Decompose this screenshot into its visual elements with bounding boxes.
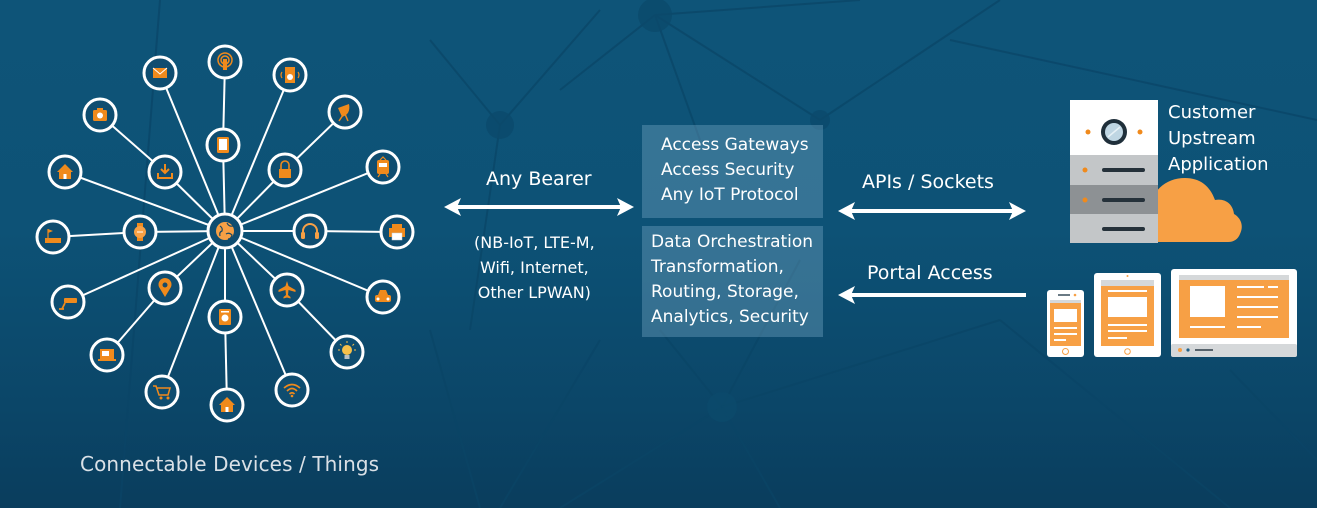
access-box-line: Access Gateways	[661, 135, 809, 155]
apis-sockets-label: APIs / Sockets	[862, 171, 994, 193]
camera-node	[82, 97, 118, 133]
customer-app-label: Customer Upstream Application	[1168, 100, 1269, 178]
router-node	[35, 219, 71, 255]
speaker-node	[272, 57, 308, 93]
smartphone-icon	[1047, 290, 1084, 357]
map-pin-node	[147, 270, 183, 306]
train-node	[365, 149, 401, 185]
tablet-device-icon	[1094, 273, 1161, 357]
devices-caption: Connectable Devices / Things	[80, 452, 380, 476]
data-box: Data Orchestration Transformation, Routi…	[642, 226, 823, 337]
access-box-line: Any IoT Protocol	[661, 185, 799, 205]
tablet-icon	[217, 137, 229, 153]
laptop-icon	[98, 349, 116, 361]
smart-home-node	[209, 387, 245, 423]
airplane-node	[269, 272, 305, 308]
car-node	[365, 279, 401, 315]
mail-node	[142, 55, 178, 91]
server-icon	[1070, 100, 1158, 243]
tablet-node	[205, 127, 241, 163]
washing-machine-node	[207, 299, 243, 335]
bearer-option: Wifi, Internet,	[479, 258, 589, 277]
bearer-title: Any Bearer	[486, 168, 592, 190]
data-box-line: Data Orchestration	[651, 232, 814, 252]
bearer-option: Other LPWAN)	[477, 283, 591, 302]
printer-node	[379, 214, 415, 250]
bearer-bidirectional-arrow	[444, 198, 634, 216]
house-node	[47, 154, 83, 190]
washing-machine-icon	[219, 309, 231, 325]
light-bulb-node	[329, 334, 365, 370]
bearer-option: (NB-IoT, LTE-M,	[474, 233, 595, 252]
bearer-options: (NB-IoT, LTE-M, Wifi, Internet, Other LP…	[474, 230, 595, 305]
download-node	[147, 154, 183, 190]
mail-icon	[152, 67, 168, 78]
access-box: Access Gateways Access Security Any IoT …	[642, 125, 823, 218]
data-box-line: Routing, Storage,	[651, 282, 799, 302]
satellite-dish-node	[327, 94, 363, 130]
lock-node	[267, 152, 303, 188]
broadcast-antenna-node	[207, 44, 243, 80]
security-camera-node	[50, 284, 86, 320]
laptop-node	[89, 337, 125, 373]
portal-access-label: Portal Access	[867, 262, 993, 284]
data-box-line: Analytics, Security	[651, 307, 809, 327]
customer-app-line: Application	[1168, 154, 1269, 175]
customer-app-line: Customer	[1168, 102, 1256, 123]
smartwatch-node	[122, 214, 158, 250]
globe-icon	[216, 222, 234, 240]
wifi-node	[274, 372, 310, 408]
portal-left-arrow	[838, 286, 1026, 304]
device-network	[35, 44, 415, 423]
shopping-cart-node	[144, 374, 180, 410]
access-box-line: Access Security	[661, 160, 795, 180]
desktop-monitor-icon	[1171, 269, 1297, 357]
customer-app-line: Upstream	[1168, 128, 1256, 149]
apis-bidirectional-arrow	[838, 202, 1026, 220]
data-box-line: Transformation,	[651, 257, 784, 277]
globe-node	[206, 212, 244, 250]
headphones-node	[292, 213, 328, 249]
